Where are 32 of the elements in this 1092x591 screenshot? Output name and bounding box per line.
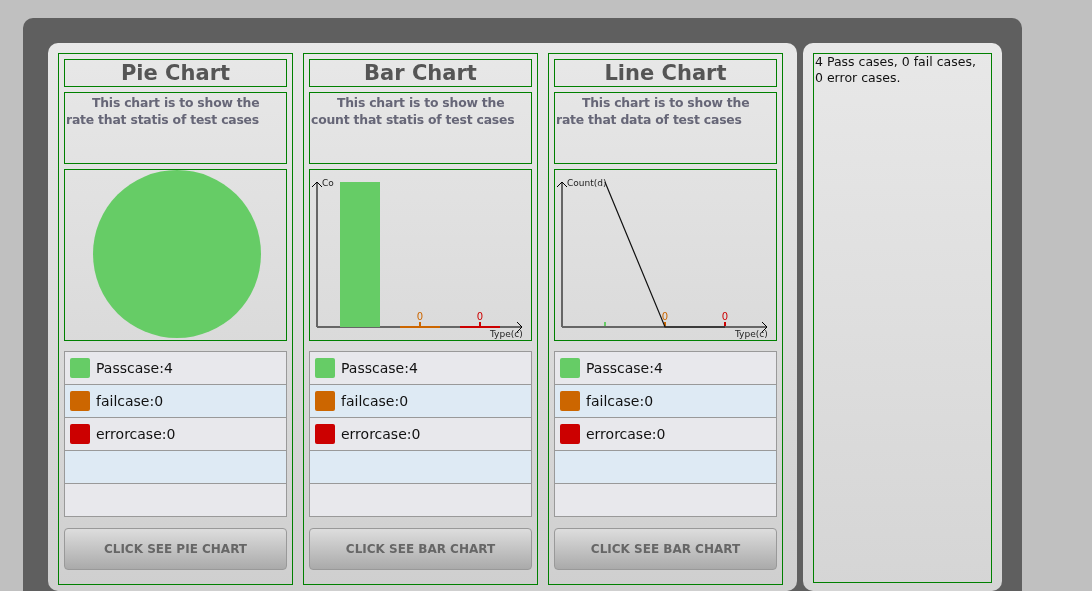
value-label: 0 (661, 311, 669, 322)
legend-label: errorcase:0 (586, 426, 666, 442)
value-label: 0 (721, 311, 729, 322)
value-label: 0 (476, 311, 484, 322)
legend-label: failcase:0 (341, 393, 409, 409)
bar (460, 322, 500, 328)
chart-description: This chart is to show the count that statis of test cases (309, 92, 532, 164)
chart-description: This chart is to show the rate that data of test cases (554, 92, 777, 164)
chart-title: Line Chart (554, 59, 777, 87)
tick-mark (604, 322, 606, 326)
legend-label: Passcase:4 (341, 360, 418, 376)
x-axis-label: Type(c) (490, 329, 523, 339)
legend-label: failcase:0 (586, 393, 654, 409)
value-label: 0 (416, 311, 424, 322)
show-chart-button[interactable]: CLICK SEE BAR CHART (554, 528, 777, 570)
chart-title: Bar Chart (309, 59, 532, 87)
y-axis-label: Count(d) (567, 178, 607, 188)
legend-label: Passcase:4 (96, 360, 173, 376)
tick-mark (724, 322, 726, 326)
tick-mark (664, 322, 666, 326)
legend-label: Passcase:4 (586, 360, 663, 376)
legend-label: errorcase:0 (96, 426, 176, 442)
legend-label: failcase:0 (96, 393, 164, 409)
chart-description: This chart is to show the rate that statis of test cases (64, 92, 287, 164)
chart-title: Pie Chart (64, 59, 287, 87)
x-axis-label: Type(c) (735, 329, 768, 339)
show-chart-button[interactable]: CLICK SEE BAR CHART (309, 528, 532, 570)
bar (400, 322, 440, 328)
y-axis-label: Co (322, 178, 334, 188)
legend-label: errorcase:0 (341, 426, 421, 442)
show-chart-button[interactable]: CLICK SEE PIE CHART (64, 528, 287, 570)
summary-text: 4 Pass cases, 0 fail cases, 0 error cases. (813, 53, 992, 583)
